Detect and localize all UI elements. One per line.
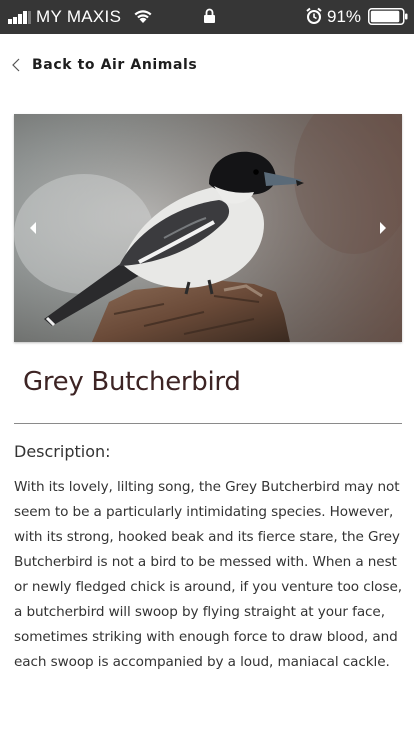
chevron-left-icon [12, 58, 20, 72]
bird-photo [14, 114, 402, 342]
battery-icon [368, 8, 408, 25]
back-link-label: Back to Air Animals [32, 57, 198, 73]
signal-bars-icon [8, 11, 31, 24]
carrier-name: MY MAXIS [36, 7, 122, 26]
carousel-previous-button[interactable] [23, 214, 43, 242]
animal-name-title: Grey Butcherbird [23, 367, 241, 397]
description-heading: Description: [14, 442, 111, 461]
back-to-air-animals-link[interactable]: Back to Air Animals [10, 52, 197, 78]
image-carousel[interactable] [14, 114, 402, 342]
alarm-icon [306, 7, 322, 24]
triangle-left-icon [30, 222, 36, 234]
battery-percent: 91% [327, 7, 362, 26]
description-text: With its lovely, lilting song, the Grey … [14, 479, 402, 670]
carousel-next-button[interactable] [373, 214, 393, 242]
divider [14, 423, 402, 424]
wifi-icon [134, 10, 152, 23]
triangle-right-icon [380, 222, 386, 234]
lock-icon [204, 8, 215, 23]
status-bar: MY MAXIS 91% [0, 0, 414, 34]
